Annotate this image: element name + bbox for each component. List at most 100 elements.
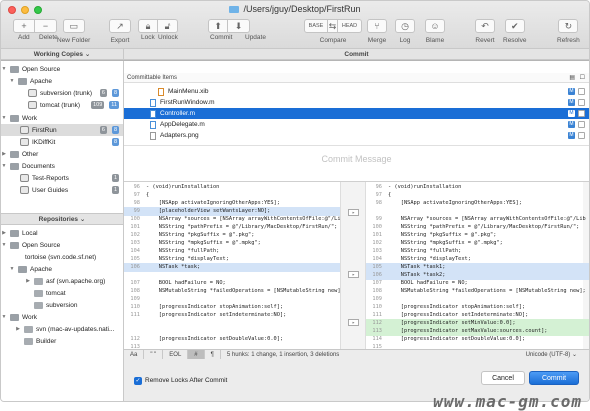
sidebar-item-ikdiffkit[interactable]: IKDiffKit 8 [1, 136, 123, 148]
repo-group-work[interactable]: ▼ Work [1, 311, 123, 323]
sidebar-item-tomcat[interactable]: tomcat (trunk) 109 11 [1, 99, 123, 111]
merge-arrow-icon[interactable]: ▸ [348, 209, 359, 216]
code-text: NSTask *task2; [388, 272, 446, 278]
blame-tool[interactable]: ☺ Blame [425, 19, 445, 44]
lock-label: Lock [141, 34, 155, 41]
sidebar-item-firstrun[interactable]: FirstRun 6 8 [1, 124, 123, 136]
merge-tool[interactable]: ⑂ Merge [367, 19, 387, 44]
disclosure-triangle-icon[interactable]: ▼ [9, 78, 15, 84]
watermark: www.mac-gm.com [433, 392, 582, 411]
repositories-header[interactable]: Repositories ⌄ [1, 213, 123, 225]
badge: 6 [99, 126, 107, 134]
file-row[interactable]: FirstRunWindow.m M [124, 97, 589, 108]
code-text: [progressIndicator setMinValue:0.0]; [388, 320, 516, 326]
disclosure-triangle-icon[interactable]: ▶ [1, 151, 7, 157]
export-label: Export [110, 37, 130, 44]
merge-arrow-icon[interactable]: ▸ [348, 319, 359, 326]
encoding-popup[interactable]: Unicode (UTF-8) ⌄ [526, 351, 589, 358]
file-checkbox[interactable] [578, 88, 585, 95]
file-checkbox[interactable] [578, 99, 585, 106]
repo-item-tortoise[interactable]: tortoise (svn.code.sf.net) [1, 251, 123, 263]
disclosure-triangle-icon[interactable]: ▼ [1, 163, 7, 169]
disclosure-triangle-icon[interactable]: ▼ [1, 115, 7, 121]
disclosure-triangle-icon[interactable]: ▶ [25, 278, 31, 284]
file-row[interactable]: MainMenu.xib M [124, 86, 589, 97]
sidebar-group-open-source[interactable]: ▼ Open Source [1, 63, 123, 75]
eol-button[interactable]: EOL [163, 349, 189, 360]
revert-tool[interactable]: ↶ Revert [475, 19, 495, 44]
delete-button[interactable]: − [35, 19, 57, 33]
repo-item-subversion[interactable]: subversion [1, 299, 123, 311]
wrap-button[interactable]: ¶ [205, 349, 221, 360]
code-text: NSString *mpkgSuffix = @".mpkg"; [388, 240, 503, 246]
sidebar-group-work[interactable]: ▼ Work [1, 112, 123, 124]
folder-icon [10, 162, 19, 170]
sidebar-group-other[interactable]: ▶ Other [1, 148, 123, 160]
sidebar: ▼ Open Source ▼ Apache subversion (trunk) 6… [1, 61, 124, 401]
resolve-tool[interactable]: ✔ Resolve [503, 19, 526, 44]
disclosure-triangle-icon[interactable]: ▶ [1, 230, 7, 236]
sidebar-group-apache[interactable]: ▼ Apache [1, 75, 123, 87]
status-badge: M [568, 99, 575, 106]
file-row[interactable]: AppDelegate.m M [124, 119, 589, 130]
line-numbers-button[interactable]: # [188, 349, 205, 360]
xib-file-icon [158, 87, 164, 96]
checkbox-column-icon: ☐ [579, 75, 585, 81]
log-tool[interactable]: ◷ Log [395, 19, 415, 44]
code-text: NSTask *task1; [388, 264, 446, 270]
disclosure-triangle-icon[interactable]: ▼ [9, 266, 15, 272]
repo-item-svn[interactable]: ▶ svn (mac-av-updates.nati... [1, 323, 123, 335]
blame-label: Blame [425, 37, 445, 44]
compare-arrows-icon: ⇆ [328, 19, 338, 33]
code-text: NSString *fullPath; [388, 248, 462, 254]
disclosure-triangle-icon[interactable]: ▼ [1, 314, 7, 320]
file-row[interactable]: Adapters.png M [124, 130, 589, 141]
sidebar-item-test-reports[interactable]: Test-Reports 1 [1, 172, 123, 184]
repo-item-builder[interactable]: Builder [1, 335, 123, 347]
commit-tool[interactable]: ⬆ ⬇ [208, 19, 250, 33]
remove-locks-checkbox[interactable]: ✓ [134, 377, 142, 385]
source-file-icon [150, 98, 156, 107]
remove-locks-label: Remove Locks After Commit [145, 377, 228, 384]
repo-group-open-source[interactable]: ▼ Open Source [1, 239, 123, 251]
sidebar-item-subversion[interactable]: subversion (trunk) 6 8 [1, 87, 123, 99]
file-checkbox[interactable] [578, 121, 585, 128]
sidebar-group-documents[interactable]: ▼ Documents [1, 160, 123, 172]
repo-group-local[interactable]: ▶ Local [1, 227, 123, 239]
add-button[interactable]: + [13, 19, 35, 33]
repo-item-tomcat[interactable]: tomcat [1, 287, 123, 299]
unlock-icon: 🔓︎ [164, 20, 171, 31]
diff-statusbar: Aa " " EOL # ¶ 5 hunks: 1 change, 1 inse… [124, 349, 589, 360]
invisibles-button[interactable]: " " [144, 349, 164, 360]
disclosure-triangle-icon[interactable]: ▼ [1, 242, 7, 248]
working-copies-header[interactable]: Working Copies ⌄ [1, 48, 124, 60]
file-checkbox[interactable] [578, 132, 585, 139]
cancel-button[interactable]: Cancel [481, 371, 525, 385]
file-row-selected[interactable]: Controller.m M [124, 108, 589, 119]
unlock-button[interactable]: 🔓︎ [158, 19, 178, 33]
diff-summary: 5 hunks: 1 change, 1 insertion, 3 deleti… [226, 351, 340, 358]
sidebar-item-user-guides[interactable]: User Guides 1 [1, 184, 123, 196]
compare-base[interactable]: BASE [304, 19, 328, 33]
working-copy-icon [28, 89, 37, 97]
lock-button[interactable]: 🔒︎ [138, 19, 158, 33]
font-button[interactable]: Aa [124, 349, 145, 360]
log-label: Log [399, 37, 411, 44]
file-checkbox[interactable] [578, 110, 585, 117]
repo-item-asf[interactable]: ▶ asf (svn.apache.org) [1, 275, 123, 287]
export-tool[interactable]: ↗ Export [109, 19, 131, 44]
compare-tool[interactable]: BASE ⇆ HEAD Compare [304, 19, 362, 44]
badge: 8 [111, 126, 119, 134]
diff-view[interactable]: ▸ ▸ ▸ 96- (void)runInstallation 97{98 [NSAp… [124, 181, 589, 349]
commit-button[interactable]: Commit [529, 371, 579, 385]
refresh-tool[interactable]: ↻ Refresh [557, 19, 580, 44]
new-folder-tool[interactable]: ▭ New Folder [57, 19, 90, 44]
code-text: BOOL hadFailure = NO; [388, 280, 468, 286]
code-text: NSString *pkgSuffix = @".pkg"; [388, 232, 497, 238]
disclosure-triangle-icon[interactable]: ▼ [1, 66, 7, 72]
compare-head[interactable]: HEAD [338, 19, 362, 33]
merge-arrow-icon[interactable]: ▸ [348, 271, 359, 278]
disclosure-triangle-icon[interactable]: ▶ [15, 326, 21, 332]
repo-group-apache[interactable]: ▼ Apache [1, 263, 123, 275]
lock-icon: 🔒︎ [145, 20, 151, 31]
